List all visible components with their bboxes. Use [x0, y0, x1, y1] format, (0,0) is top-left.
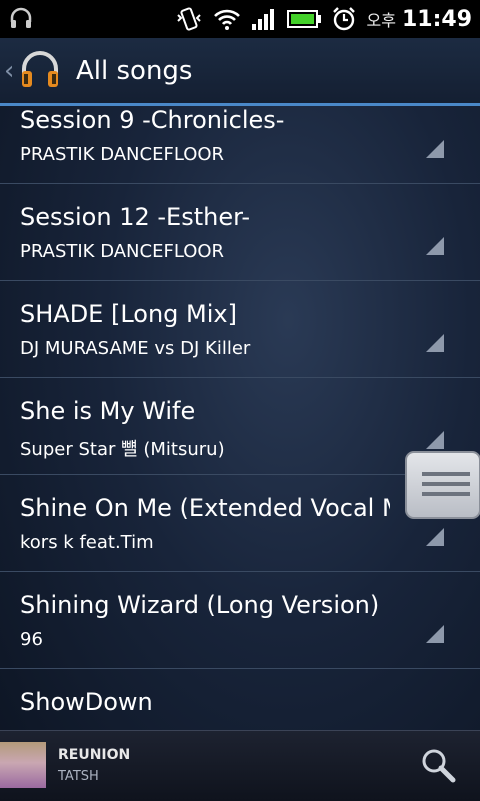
status-bar: 오후 11:49: [0, 0, 480, 38]
context-menu-icon[interactable]: [426, 237, 444, 255]
song-artist: PRASTIK DANCEFLOOR: [20, 144, 225, 165]
song-row[interactable]: Shining Wizard (Long Version) 96: [0, 573, 480, 669]
song-title: Shining Wizard (Long Version): [20, 591, 380, 619]
vibrate-icon: [175, 6, 203, 32]
song-row[interactable]: Session 12 -Esther- PRASTIK DANCEFLOOR: [0, 185, 480, 281]
song-artist: 96: [20, 629, 43, 650]
headphones-app-icon[interactable]: [18, 49, 62, 93]
song-title: Shine On Me (Extended Vocal M: [20, 494, 390, 522]
album-art[interactable]: [0, 742, 46, 788]
wifi-icon: [213, 7, 241, 31]
now-playing-bar[interactable]: REUNION TATSH: [0, 730, 480, 801]
status-ampm: 오후: [366, 11, 396, 30]
song-list[interactable]: Session 9 -Chronicles- PRASTIK DANCEFLOO…: [0, 106, 480, 730]
song-title: Session 9 -Chronicles-: [20, 106, 285, 134]
song-row[interactable]: ShowDown: [0, 670, 480, 730]
song-title: Session 12 -Esther-: [20, 203, 251, 231]
title-bar: ‹ All songs: [0, 38, 480, 106]
back-chevron-icon[interactable]: ‹: [4, 58, 16, 84]
song-row[interactable]: SHADE [Long Mix] DJ MURASAME vs DJ Kille…: [0, 282, 480, 378]
context-menu-icon[interactable]: [426, 528, 444, 546]
song-artist: kors k feat.Tim: [20, 532, 154, 553]
signal-icon: [251, 7, 277, 31]
context-menu-icon[interactable]: [426, 625, 444, 643]
context-menu-icon[interactable]: [426, 140, 444, 158]
context-menu-icon[interactable]: [426, 431, 444, 449]
song-title: SHADE [Long Mix]: [20, 300, 237, 328]
song-title: She is My Wife: [20, 397, 196, 425]
status-time: 11:49: [401, 6, 472, 32]
now-playing-artist: TATSH: [58, 769, 99, 784]
search-icon[interactable]: [418, 745, 458, 785]
song-artist: PRASTIK DANCEFLOOR: [20, 241, 225, 262]
alarm-icon: [331, 6, 357, 32]
song-artist: DJ MURASAME vs DJ Killer: [20, 338, 251, 359]
battery-icon: [286, 9, 321, 29]
now-playing-title: REUNION: [58, 747, 131, 763]
song-artist: Super Star 뺼 (Mitsuru): [20, 439, 225, 460]
page-title: All songs: [76, 55, 193, 86]
fast-scroll-handle[interactable]: [404, 450, 480, 520]
headphones-icon: [8, 6, 34, 32]
song-title: ShowDown: [20, 688, 153, 716]
context-menu-icon[interactable]: [426, 334, 444, 352]
song-row[interactable]: Session 9 -Chronicles- PRASTIK DANCEFLOO…: [0, 106, 480, 184]
